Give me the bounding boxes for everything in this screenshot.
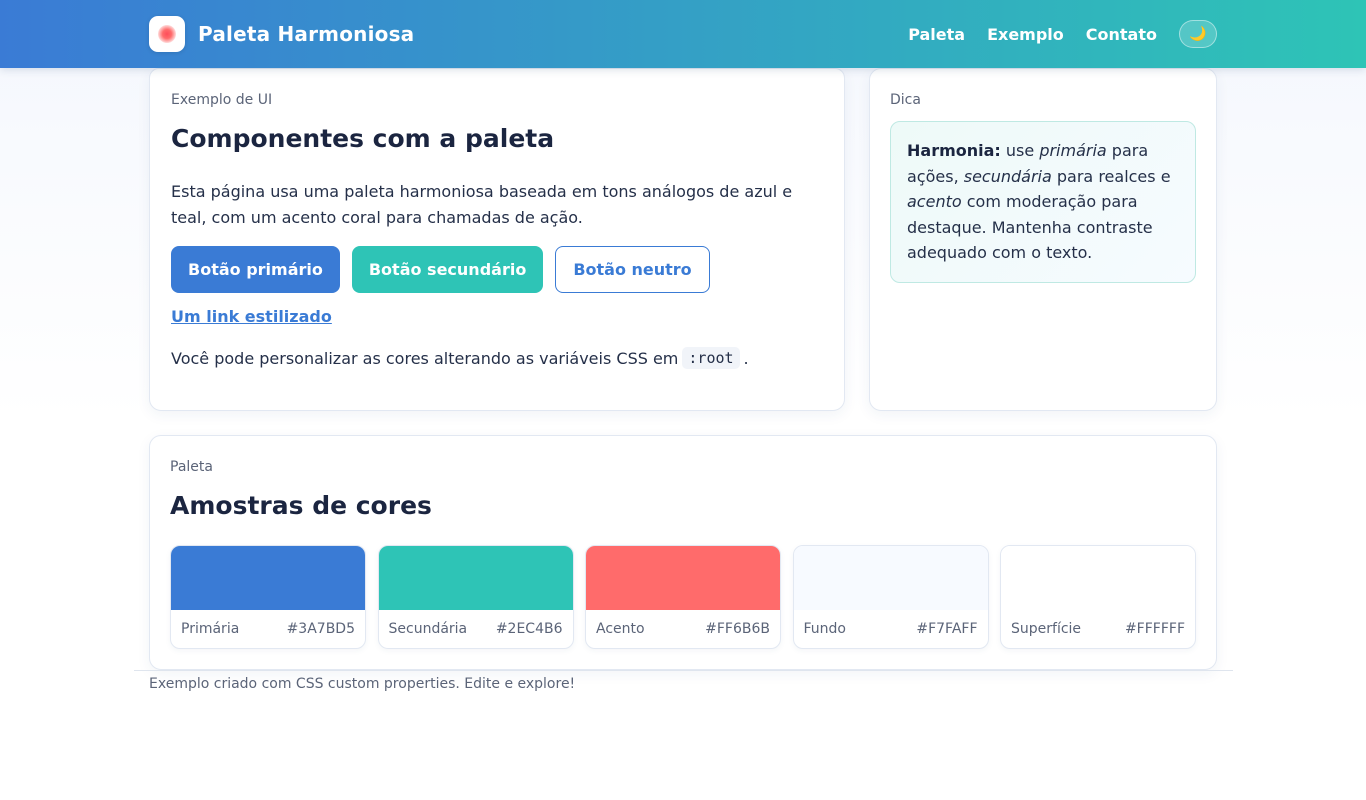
tip-box: Harmonia: use primária para ações, secun…	[890, 121, 1196, 283]
swatch-meta: Secundária #2EC4B6	[379, 610, 573, 648]
swatch-primaria: Primária #3A7BD5	[170, 545, 366, 649]
nav-link-paleta[interactable]: Paleta	[908, 25, 965, 44]
swatch-name: Acento	[596, 621, 645, 637]
example-eyebrow: Exemplo de UI	[171, 92, 273, 108]
primary-button[interactable]: Botão primário	[171, 246, 340, 293]
swatch-superficie: Superfície #FFFFFF	[1000, 545, 1196, 649]
moon-icon: 🌙	[1189, 26, 1207, 42]
footer-text: Exemplo criado com CSS custom properties…	[149, 676, 576, 692]
button-row: Botão primário Botão secundário Botão ne…	[171, 246, 722, 293]
nav-link-contato[interactable]: Contato	[1086, 25, 1157, 44]
swatch-fundo: Fundo #F7FAFF	[792, 545, 989, 649]
palette-eyebrow: Paleta	[170, 459, 213, 475]
nav-link-exemplo[interactable]: Exemplo	[987, 25, 1064, 44]
note-end: .	[743, 348, 749, 368]
swatch-meta: Superfície #FFFFFF	[1001, 610, 1195, 648]
tip-eyebrow: Dica	[890, 92, 921, 108]
example-intro: Esta página usa uma paleta harmoniosa ba…	[171, 182, 793, 227]
tip-em-accent: acento	[907, 192, 962, 211]
swatch-color	[586, 546, 780, 610]
brand-logo-icon	[149, 16, 185, 52]
swatch-color	[171, 546, 365, 610]
footer-divider	[134, 670, 1233, 671]
swatch-hex: #F7FAFF	[916, 621, 978, 637]
swatch-hex: #FF6B6B	[705, 621, 770, 637]
note-text: Você pode personalizar as cores alterand…	[171, 348, 679, 368]
tip-text-3: para realces e	[1051, 166, 1171, 186]
neutral-button[interactable]: Botão neutro	[555, 246, 710, 293]
brand-name: Paleta Harmoniosa	[198, 22, 415, 46]
tip-em-primary: primária	[1039, 141, 1107, 160]
swatch-meta: Acento #FF6B6B	[586, 610, 780, 648]
root-code: :root	[682, 347, 740, 369]
palette-card: Paleta Amostras de cores Primária #3A7BD…	[149, 435, 1217, 670]
tip-strong: Harmonia:	[907, 141, 1001, 160]
swatch-color	[378, 546, 573, 610]
palette-title: Amostras de cores	[170, 491, 432, 520]
customize-note: Você pode personalizar as cores alterand…	[171, 347, 749, 369]
swatch-color	[793, 546, 988, 610]
swatch-secundaria: Secundária #2EC4B6	[377, 545, 574, 649]
swatch-name: Superfície	[1011, 621, 1082, 637]
swatch-list: Primária #3A7BD5 Secundária #2EC4B6 Acen…	[170, 545, 1196, 649]
swatch-name: Fundo	[803, 621, 847, 637]
main-nav: Paleta Exemplo Contato 🌙	[908, 20, 1217, 48]
secondary-button[interactable]: Botão secundário	[351, 246, 544, 293]
ui-example-card: Exemplo de UI Componentes com a paleta E…	[149, 68, 845, 411]
tip-text-1: use	[1000, 141, 1040, 160]
swatch-acento: Acento #FF6B6B	[585, 545, 781, 649]
swatch-name: Primária	[181, 621, 240, 637]
swatch-meta: Primária #3A7BD5	[171, 610, 365, 648]
tip-em-secondary: secundária	[963, 166, 1052, 186]
swatch-meta: Fundo #F7FAFF	[794, 610, 988, 648]
swatch-hex: #FFFFFF	[1124, 621, 1185, 637]
coral-dot-icon	[158, 25, 176, 43]
swatch-hex: #3A7BD5	[286, 621, 355, 637]
theme-toggle-button[interactable]: 🌙	[1179, 20, 1217, 48]
swatch-color	[1001, 546, 1195, 610]
tip-card: Dica Harmonia: use primária para ações, …	[869, 68, 1217, 411]
example-title: Componentes com a paleta	[171, 124, 555, 153]
brand[interactable]: Paleta Harmoniosa	[149, 16, 414, 52]
top-bar: Paleta Harmoniosa Paleta Exemplo Contato…	[0, 0, 1366, 68]
styled-link[interactable]: Um link estilizado	[171, 307, 332, 326]
swatch-name: Secundária	[388, 621, 468, 637]
swatch-hex: #2EC4B6	[495, 621, 563, 637]
